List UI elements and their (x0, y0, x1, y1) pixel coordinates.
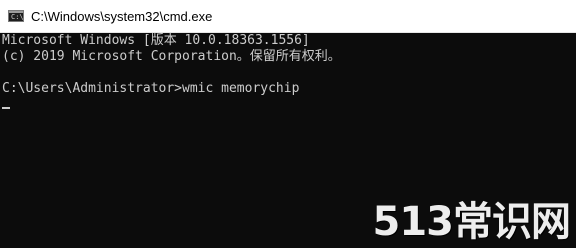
console-line-version: Microsoft Windows [版本 10.0.18363.1556] (2, 33, 310, 48)
cmd-console-icon[interactable]: C:\ (8, 10, 24, 22)
cmd-window: C:\ C:\Windows\system32\cmd.exe Microsof… (0, 0, 576, 248)
console-line-cursor (2, 97, 576, 113)
console-line-copyright: (c) 2019 Microsoft Corporation。保留所有权利。 (2, 49, 341, 64)
window-title: C:\Windows\system32\cmd.exe (31, 9, 213, 24)
title-bar[interactable]: C:\ C:\Windows\system32\cmd.exe (0, 0, 576, 33)
text-cursor (2, 107, 10, 109)
console-line-command: C:\Users\Administrator>wmic memorychip (2, 81, 576, 97)
command-prompt-text: C:\Users\Administrator>wmic memorychip (2, 81, 300, 96)
watermark-logo: 513常识网 (372, 199, 571, 245)
